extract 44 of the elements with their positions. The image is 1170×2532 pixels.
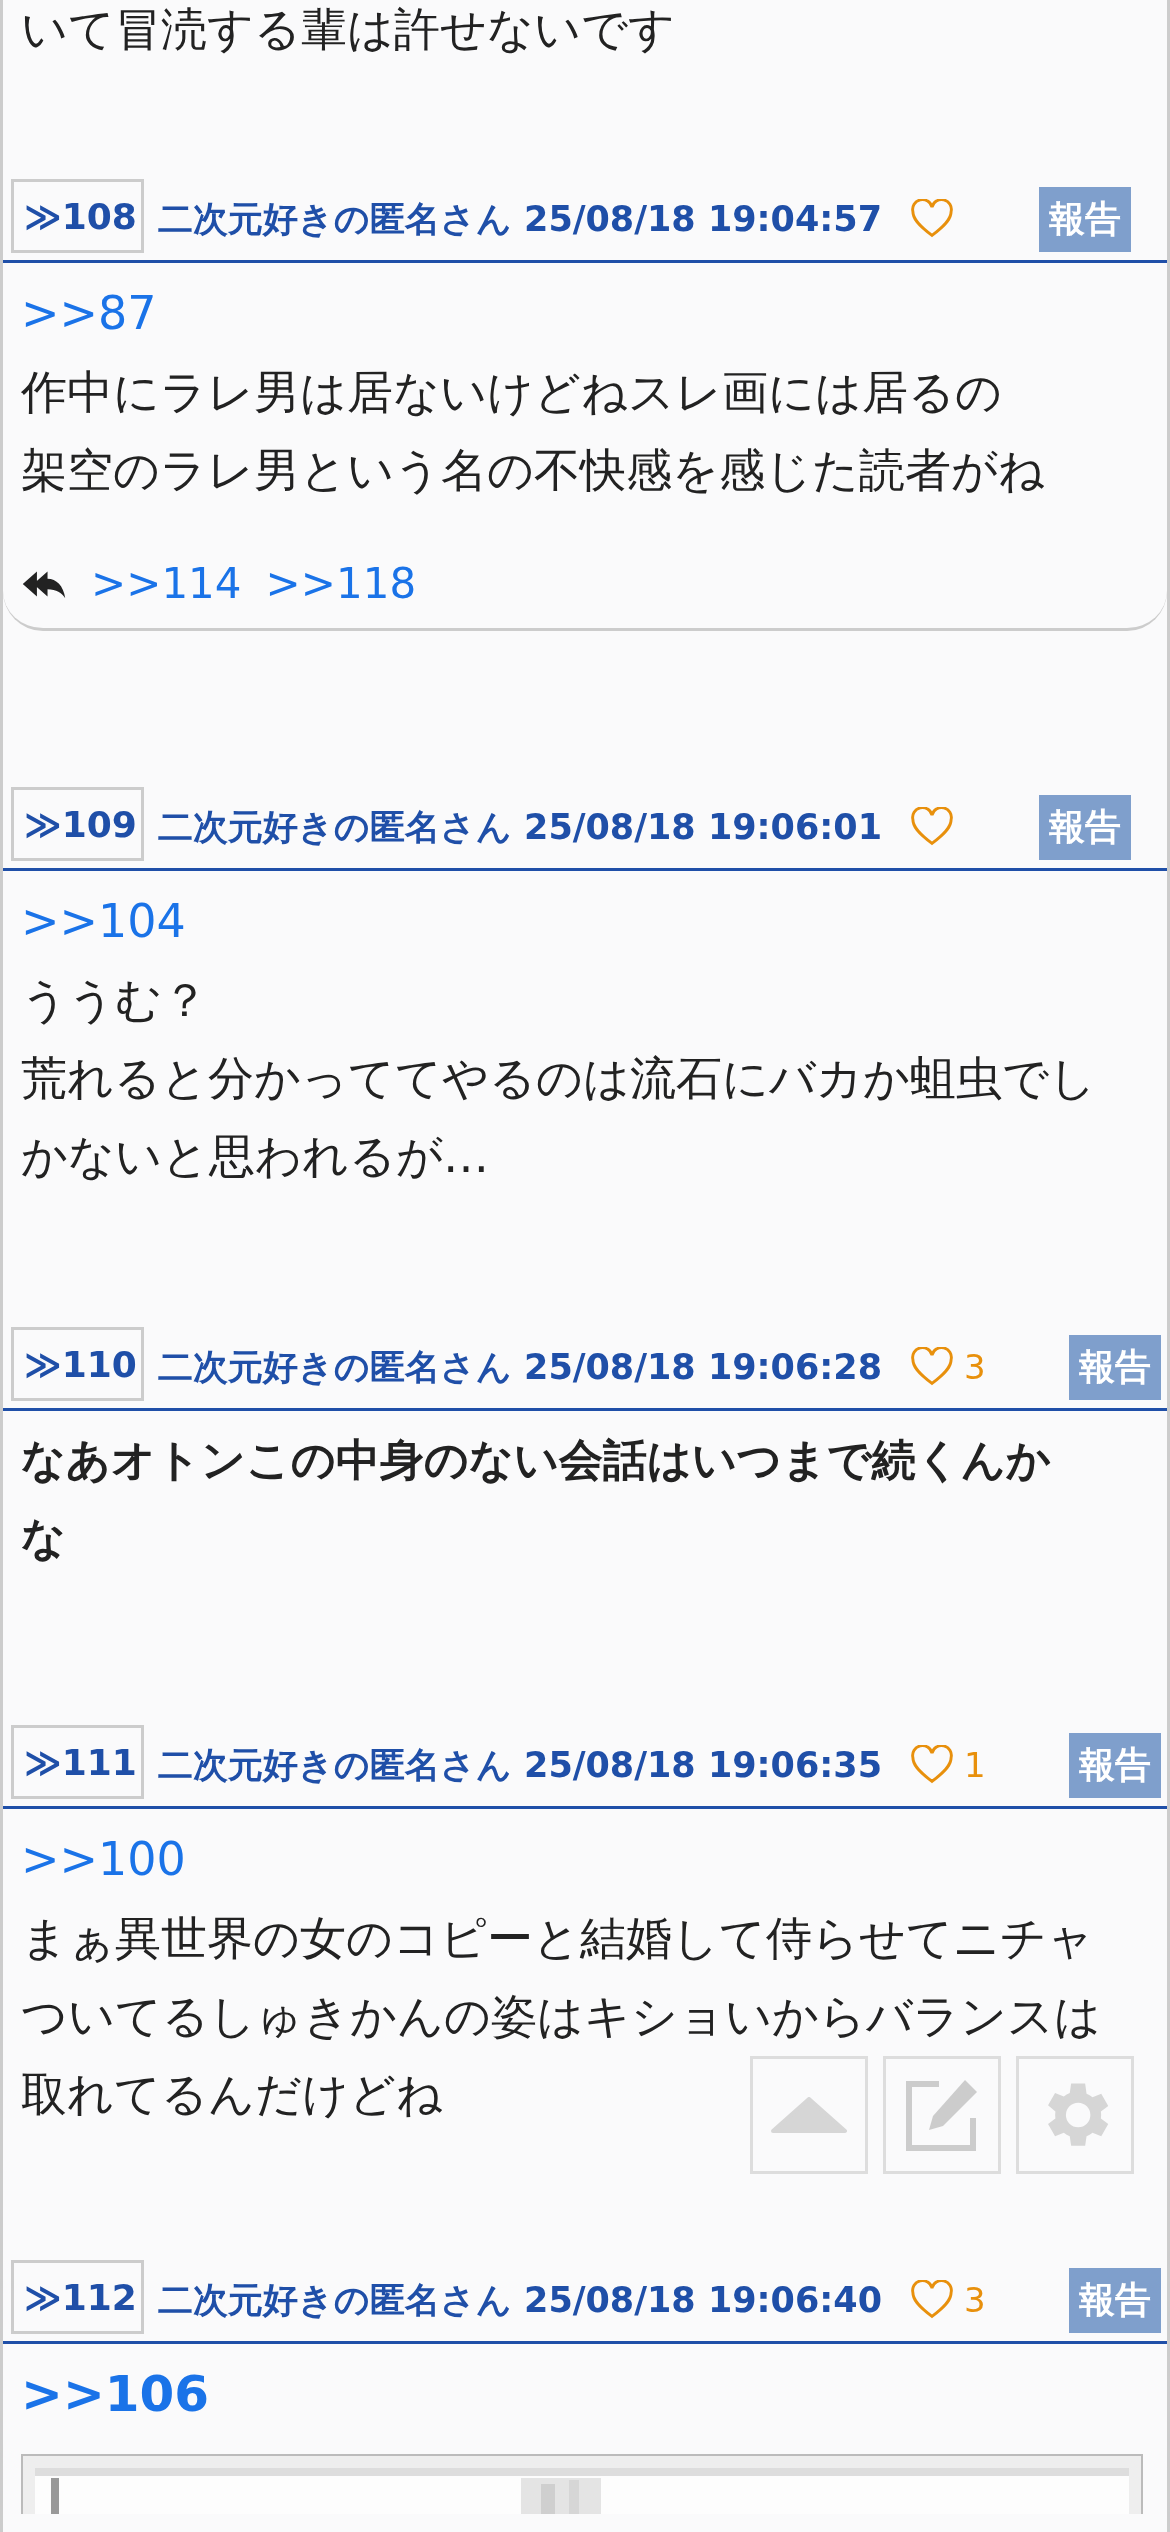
post-number[interactable]: ≫111 — [11, 1725, 144, 1799]
arrow-up-icon — [771, 2097, 847, 2133]
post-text: 作中にラレ男は居ないけどねスレ画には居るの — [21, 364, 1002, 421]
reply-link[interactable]: >>118 — [265, 559, 417, 608]
post-author-date: 二次元好きの匿名さん 25/08/18 19:06:01 — [157, 805, 882, 849]
report-button[interactable]: 報告 — [1039, 186, 1131, 252]
post-author-date: 二次元好きの匿名さん 25/08/18 19:04:57 — [157, 197, 882, 241]
heart-icon[interactable] — [910, 1745, 954, 1785]
scroll-top-button[interactable] — [750, 2056, 868, 2174]
reply-link[interactable]: >>114 — [91, 559, 242, 608]
post-number[interactable]: ≫110 — [11, 1327, 144, 1401]
reply-anchor-link[interactable]: >>106 — [21, 2354, 210, 2434]
compose-button[interactable] — [883, 2056, 1001, 2174]
post-text: ついてるしゅきかんの姿はキショいからバランスは — [21, 1988, 1101, 2045]
heart-icon[interactable] — [910, 199, 954, 239]
post-text: かないと思われるが… — [21, 1128, 489, 1185]
post-text: いて冒涜する輩は許せないです — [20, 1, 675, 58]
post-number[interactable]: ≫112 — [11, 2260, 144, 2334]
like-count: 3 — [964, 1347, 986, 1387]
settings-button[interactable] — [1016, 2056, 1134, 2174]
post-text: なあオトンこの中身のない会話はいつまで続くんか — [21, 1433, 1051, 1487]
reply-anchor-link[interactable]: >>87 — [21, 273, 157, 353]
like-count: 3 — [964, 2280, 986, 2320]
post-text: な — [21, 1511, 66, 1565]
post-author-date: 二次元好きの匿名さん 25/08/18 19:06:35 — [157, 1743, 882, 1787]
post-author-date: 二次元好きの匿名さん 25/08/18 19:06:40 — [157, 2278, 882, 2322]
heart-icon[interactable] — [910, 1347, 954, 1387]
post-number[interactable]: ≫109 — [11, 787, 144, 861]
post-text: まぁ異世界の女のコピーと結婚して侍らせてニチャ — [21, 1910, 1094, 1967]
post-text: 取れてるんだけどね — [21, 2066, 443, 2123]
heart-icon[interactable] — [910, 807, 954, 847]
like-count: 1 — [964, 1745, 986, 1785]
heart-icon[interactable] — [910, 2280, 954, 2320]
post-text: ううむ？ — [21, 972, 208, 1029]
reply-anchor-link[interactable]: >>104 — [21, 881, 186, 961]
report-button[interactable]: 報告 — [1069, 1334, 1161, 1400]
report-button[interactable]: 報告 — [1069, 2267, 1161, 2333]
reply-anchor-link[interactable]: >>100 — [21, 1819, 186, 1899]
post-text: 架空のラレ男という名の不快感を感じた読者がね — [21, 442, 1045, 499]
post-author-date: 二次元好きの匿名さん 25/08/18 19:06:28 — [157, 1345, 882, 1389]
post-text: 荒れると分かっててやるのは流石にバカか蛆虫でし — [21, 1050, 1096, 1107]
post-number[interactable]: ≫108 — [11, 179, 144, 253]
report-button[interactable]: 報告 — [1069, 1732, 1161, 1798]
report-button[interactable]: 報告 — [1039, 794, 1131, 860]
